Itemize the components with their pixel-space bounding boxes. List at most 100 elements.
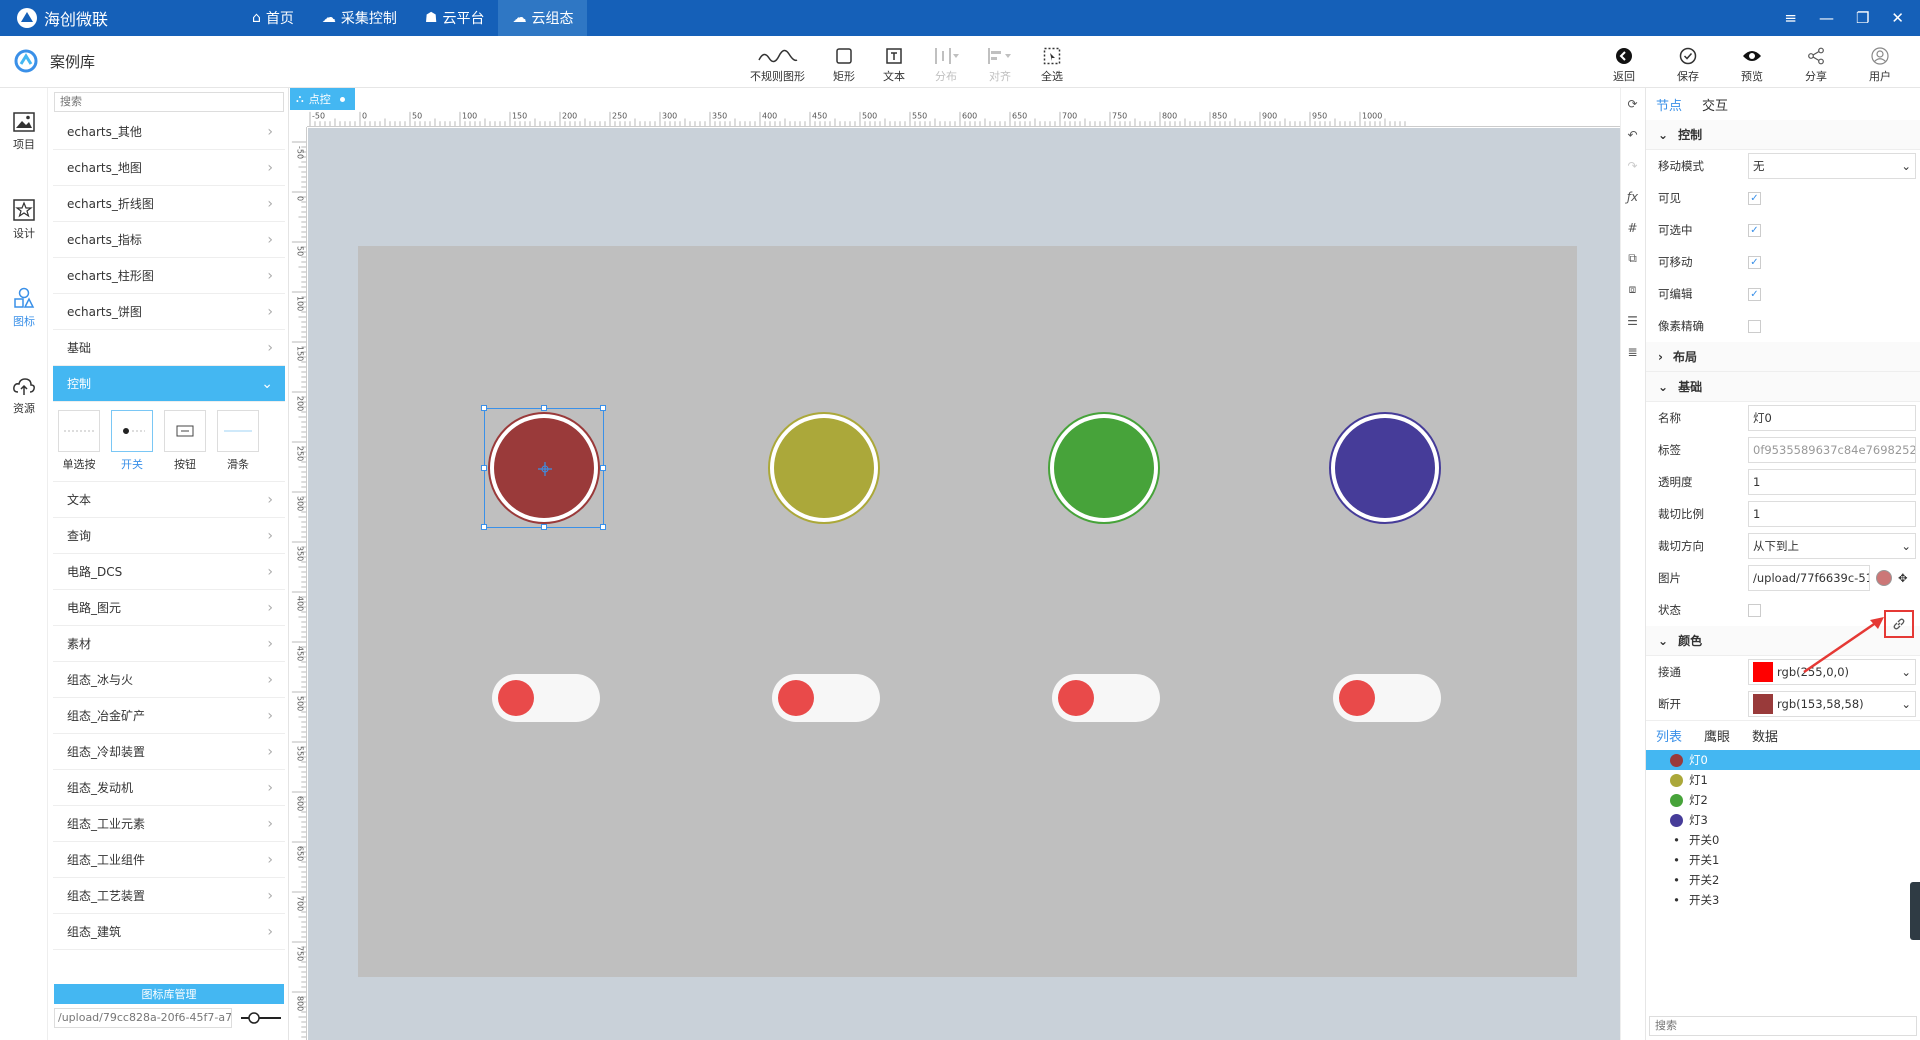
category-item[interactable]: 组态_工业组件 ›: [53, 842, 285, 878]
selectable-checkbox[interactable]: ✓: [1748, 223, 1761, 237]
image-preview-icon[interactable]: [1876, 570, 1892, 586]
category-item[interactable]: 组态_冶金矿产 ›: [53, 698, 285, 734]
center-crosshair-icon[interactable]: [537, 461, 553, 477]
clip-ratio-input[interactable]: 1: [1748, 501, 1916, 527]
category-item[interactable]: 素材 ›: [53, 626, 285, 662]
section-basic[interactable]: ⌄ 基础: [1646, 372, 1920, 402]
resize-handle[interactable]: [541, 524, 547, 530]
category-search-input[interactable]: [54, 92, 284, 112]
category-item[interactable]: 组态_工业元素 ›: [53, 806, 285, 842]
list-item[interactable]: 灯2: [1646, 790, 1920, 810]
widget-switch[interactable]: 开关: [111, 410, 153, 481]
text-tool[interactable]: 文本: [869, 40, 919, 84]
switch-0[interactable]: [492, 674, 600, 722]
share-button[interactable]: 分享: [1784, 40, 1848, 84]
distribute-tool[interactable]: 分布: [919, 40, 973, 84]
category-item[interactable]: echarts_折线图 ›: [53, 186, 285, 222]
ungroup-icon[interactable]: ⧈: [1621, 274, 1644, 305]
side-drawer-handle[interactable]: [1910, 882, 1920, 940]
category-item[interactable]: 电路_DCS ›: [53, 554, 285, 590]
rect-tool[interactable]: 矩形: [819, 40, 869, 84]
drawing-board[interactable]: [358, 246, 1577, 977]
select-all-tool[interactable]: 全选: [1027, 40, 1077, 84]
lamp-2[interactable]: [1048, 412, 1160, 524]
category-item[interactable]: echarts_地图 ›: [53, 150, 285, 186]
zoom-slider[interactable]: [239, 1012, 283, 1024]
widget-slider[interactable]: 滑条: [217, 410, 259, 481]
leftnav-project[interactable]: 项目: [0, 88, 48, 176]
group-icon[interactable]: ⧉: [1621, 243, 1644, 274]
status-checkbox[interactable]: [1748, 603, 1761, 617]
resize-handle[interactable]: [481, 465, 487, 471]
list-item[interactable]: • 开关1: [1646, 850, 1920, 870]
resize-handle[interactable]: [600, 465, 606, 471]
section-control[interactable]: ⌄ 控制: [1646, 120, 1920, 150]
category-item[interactable]: 电路_图元 ›: [53, 590, 285, 626]
tab-overview[interactable]: 鹰眼: [1704, 726, 1730, 745]
list-item[interactable]: 灯3: [1646, 810, 1920, 830]
maximize-icon[interactable]: ❐: [1856, 9, 1869, 27]
resize-handle[interactable]: [541, 405, 547, 411]
clip-direction-select[interactable]: 从下到上 ⌄: [1748, 533, 1916, 559]
canvas-stage[interactable]: [308, 128, 1620, 1040]
section-layout[interactable]: › 布局: [1646, 342, 1920, 372]
resize-handle[interactable]: [481, 405, 487, 411]
refresh-icon[interactable]: ⟳: [1621, 88, 1644, 119]
category-item[interactable]: 文本 ›: [53, 482, 285, 518]
icon-library-manage-button[interactable]: 图标库管理: [54, 984, 284, 1004]
widget-radio[interactable]: 单选按: [58, 410, 100, 481]
nav-home[interactable]: ⌂ 首页: [238, 0, 308, 36]
menu-icon[interactable]: ≡: [1784, 9, 1797, 27]
indent-icon[interactable]: ≣: [1621, 336, 1644, 367]
pixel-precise-checkbox[interactable]: [1748, 319, 1761, 333]
nav-cloud-scada[interactable]: ☁ 云组态: [498, 0, 588, 36]
tab-list[interactable]: 列表: [1656, 726, 1682, 745]
list-item[interactable]: 灯1: [1646, 770, 1920, 790]
switch-1[interactable]: [772, 674, 880, 722]
irregular-shape-tool[interactable]: 不规则图形: [736, 40, 819, 84]
category-item[interactable]: echarts_其他 ›: [53, 114, 285, 150]
off-color-select[interactable]: rgb(153,58,58) ⌄: [1748, 691, 1916, 717]
category-item[interactable]: echarts_柱形图 ›: [53, 258, 285, 294]
back-button[interactable]: 返回: [1592, 40, 1656, 84]
tab-interaction[interactable]: 交互: [1702, 95, 1728, 114]
preview-button[interactable]: 预览: [1720, 40, 1784, 84]
upload-path-field[interactable]: /upload/79cc828a-20f6-45f7-a71: [54, 1008, 232, 1028]
leftnav-resources[interactable]: 资源: [0, 352, 48, 440]
visible-checkbox[interactable]: ✓: [1748, 191, 1761, 205]
function-icon[interactable]: ƒx: [1621, 181, 1644, 212]
tag-input[interactable]: 0f9535589637c84e7698252a8: [1748, 437, 1916, 463]
image-path-input[interactable]: /upload/77f6639c-518: [1748, 565, 1870, 591]
nav-cloud-platform[interactable]: ☗ 云平台: [411, 0, 499, 36]
close-icon[interactable]: ✕: [1891, 9, 1904, 27]
category-item[interactable]: 组态_发动机 ›: [53, 770, 285, 806]
resize-handle[interactable]: [600, 405, 606, 411]
movable-checkbox[interactable]: ✓: [1748, 255, 1761, 269]
lamp-1[interactable]: [768, 412, 880, 524]
category-item-control[interactable]: 控制 ⌄: [53, 366, 285, 402]
leftnav-design[interactable]: 设计: [0, 176, 48, 264]
category-item[interactable]: 组态_冷却装置 ›: [53, 734, 285, 770]
category-item[interactable]: 查询 ›: [53, 518, 285, 554]
category-item[interactable]: 组态_冰与火 ›: [53, 662, 285, 698]
category-item[interactable]: 组态_建筑 ›: [53, 914, 285, 950]
editable-checkbox[interactable]: ✓: [1748, 287, 1761, 301]
lamp-3[interactable]: [1329, 412, 1441, 524]
category-item[interactable]: echarts_饼图 ›: [53, 294, 285, 330]
align-right-icon[interactable]: ☰: [1621, 305, 1644, 336]
switch-3[interactable]: [1333, 674, 1441, 722]
opacity-input[interactable]: 1: [1748, 469, 1916, 495]
list-item[interactable]: 灯0: [1646, 750, 1920, 770]
widget-button[interactable]: 按钮: [164, 410, 206, 481]
leftnav-icons[interactable]: 图标: [0, 264, 48, 352]
save-button[interactable]: 保存: [1656, 40, 1720, 84]
resize-handle[interactable]: [481, 524, 487, 530]
move-mode-select[interactable]: 无 ⌄: [1748, 153, 1916, 179]
minimize-icon[interactable]: —: [1819, 9, 1834, 27]
list-item[interactable]: • 开关3: [1646, 890, 1920, 910]
list-item[interactable]: • 开关0: [1646, 830, 1920, 850]
list-item[interactable]: • 开关2: [1646, 870, 1920, 890]
move-arrows-icon[interactable]: ✥: [1898, 571, 1908, 585]
align-tool[interactable]: 对齐: [973, 40, 1027, 84]
category-item[interactable]: echarts_指标 ›: [53, 222, 285, 258]
